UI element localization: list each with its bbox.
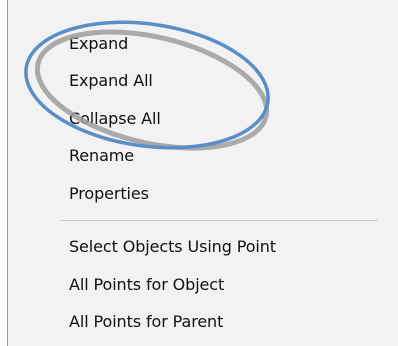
menu-item-rename[interactable]: Rename — [69, 146, 134, 165]
menu-item-expand-all[interactable]: Expand All — [69, 71, 153, 90]
context-menu: Expand Expand All Collapse All Rename Pr… — [7, 0, 398, 346]
menu-item-all-points-for-parent[interactable]: All Points for Parent — [69, 312, 223, 331]
menu-item-collapse-all[interactable]: Collapse All — [69, 109, 161, 128]
menu-item-all-points-for-object[interactable]: All Points for Object — [69, 275, 224, 294]
menu-item-properties[interactable]: Properties — [69, 184, 149, 203]
menu-separator — [60, 220, 378, 221]
menu-item-select-objects-using-point[interactable]: Select Objects Using Point — [69, 237, 276, 256]
menu-item-expand[interactable]: Expand — [69, 34, 128, 53]
